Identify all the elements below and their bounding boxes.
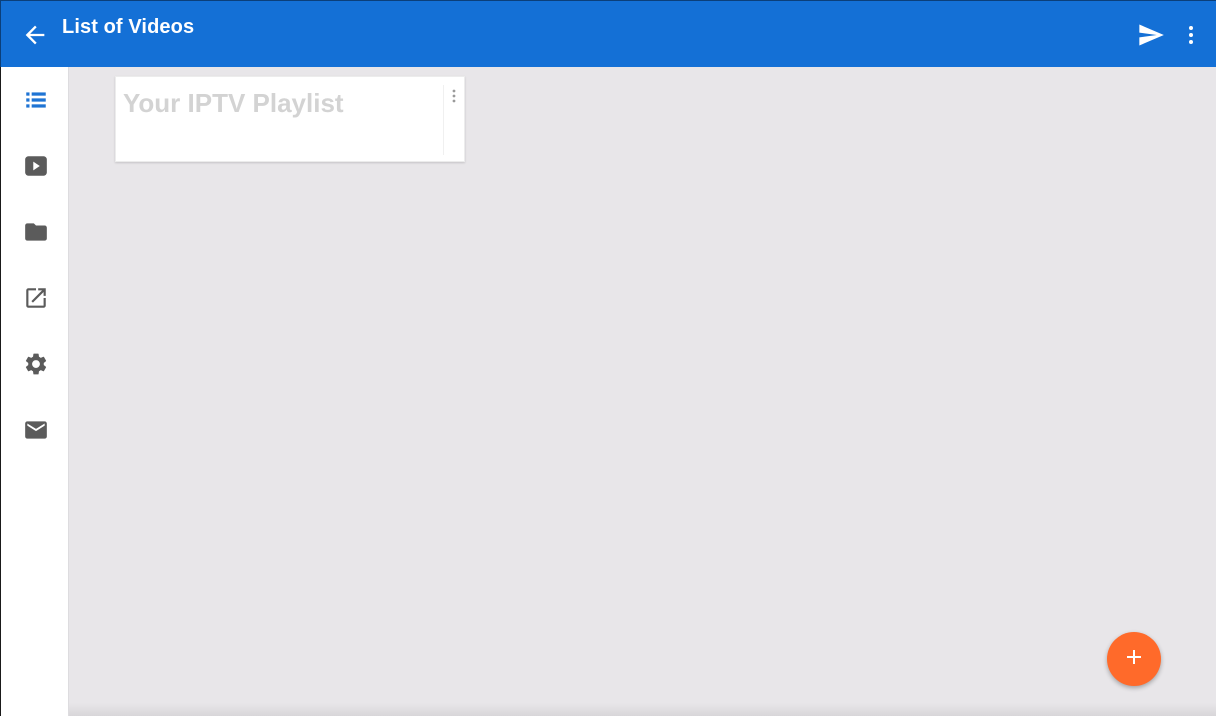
content-area: [69, 67, 1216, 716]
bottom-shadow: [69, 703, 1216, 716]
playlist-card[interactable]: Your IPTV Playlist: [115, 76, 465, 162]
more-vert-icon[interactable]: [1179, 21, 1203, 49]
mail-icon[interactable]: [21, 415, 51, 445]
page-title: List of Videos: [62, 16, 195, 38]
play-video-icon[interactable]: [21, 151, 51, 181]
plus-icon: [1124, 647, 1144, 672]
playlist-title: Your IPTV Playlist: [123, 88, 344, 118]
navigation-rail: [0, 67, 69, 716]
folder-icon[interactable]: [21, 217, 51, 247]
list-icon[interactable]: [21, 85, 51, 115]
open-external-icon[interactable]: [21, 283, 51, 313]
add-button[interactable]: [1107, 632, 1161, 686]
arrow-back-icon[interactable]: [21, 21, 49, 49]
app-bar: List of Videos: [0, 0, 1216, 67]
send-icon[interactable]: [1137, 21, 1165, 49]
gear-icon[interactable]: [21, 349, 51, 379]
more-vert-icon[interactable]: [449, 87, 459, 107]
